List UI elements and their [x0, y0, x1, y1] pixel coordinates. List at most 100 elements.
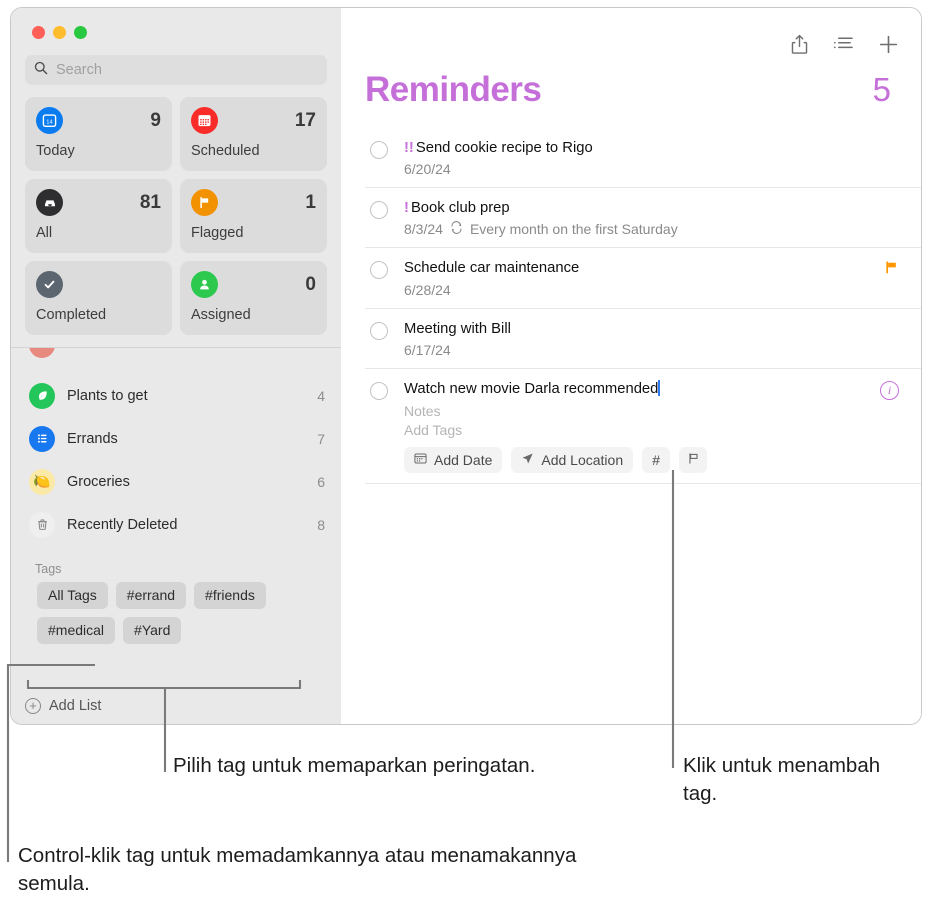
inbox-tray-icon — [36, 189, 63, 216]
location-arrow-icon — [521, 452, 534, 468]
reminder-date: 8/3/24 — [404, 221, 443, 238]
reminder-date: 6/17/24 — [404, 341, 451, 358]
repeat-rule: Every month on the first Saturday — [469, 221, 678, 238]
tag-medical[interactable]: #medical — [37, 617, 116, 644]
view-options-icon[interactable] — [833, 36, 854, 53]
smart-list-assigned[interactable]: 0 Assigned — [180, 261, 327, 335]
tags-section-header: Tags — [35, 562, 62, 576]
reminder-checkbox[interactable] — [370, 261, 388, 280]
callout-hash-text: Klik untuk menambah tag. — [683, 754, 881, 805]
reminders-list: !! Send cookie recipe to Rigo 6/20/24 ! Bo… — [341, 128, 921, 484]
reminder-row[interactable]: Schedule car maintenance 6/28/24 — [365, 248, 921, 309]
reminder-date: 6/28/24 — [404, 281, 451, 298]
info-circle-icon: i — [880, 380, 899, 400]
leaf-icon — [29, 382, 55, 409]
minimize-window-button[interactable] — [53, 26, 66, 39]
add-reminder-icon[interactable] — [878, 34, 899, 55]
calendar-today-icon: 14 — [36, 107, 63, 134]
reminder-action-chips: Add Date Add Location # — [404, 446, 901, 473]
search-field[interactable]: Search — [25, 55, 327, 85]
reminder-title: Watch new movie Darla recommended — [404, 380, 659, 397]
add-location-button[interactable]: Add Location — [511, 446, 634, 473]
calendar-scheduled-icon — [191, 107, 218, 134]
smart-list-count: 81 — [139, 192, 161, 213]
reminder-checkbox[interactable] — [370, 141, 388, 159]
tag-friends[interactable]: #friends — [194, 582, 266, 609]
list-item-errands[interactable]: Errands 7 — [11, 417, 341, 460]
list-item-count: 7 — [317, 430, 325, 447]
close-window-button[interactable] — [32, 26, 45, 39]
flag-filled-icon — [886, 261, 896, 274]
add-list-button[interactable]: + Add List — [25, 698, 101, 714]
smart-list-label: Scheduled — [191, 143, 260, 159]
page-title: Reminders — [365, 70, 542, 109]
callout-control-text: Control-klik tag untuk memadamkannya ata… — [18, 844, 577, 895]
smart-list-scheduled[interactable]: 17 Scheduled — [180, 97, 327, 171]
add-date-button[interactable]: Add Date — [404, 446, 503, 473]
reminder-subtitle: 6/20/24 — [404, 161, 901, 177]
reminder-row[interactable]: ! Book club prep 8/3/24 Every month on th… — [365, 188, 921, 249]
smart-list-label: All — [36, 225, 53, 241]
smart-list-all[interactable]: 81 All — [25, 179, 172, 253]
tag-errand[interactable]: #errand — [115, 582, 187, 609]
list-item-recently-deleted[interactable]: Recently Deleted 8 — [11, 503, 341, 546]
reminder-checkbox[interactable] — [370, 321, 388, 340]
smart-list-label: Assigned — [191, 307, 251, 323]
flag-icon — [191, 189, 218, 216]
priority-indicator: ! — [404, 200, 409, 217]
flag-outline-icon — [687, 452, 700, 468]
reminder-row[interactable]: Meeting with Bill 6/17/24 — [365, 309, 921, 369]
smart-list-flagged[interactable]: 1 Flagged — [180, 179, 327, 253]
list-item-count: 4 — [317, 387, 325, 404]
smart-list-completed[interactable]: Completed — [25, 261, 172, 335]
lemon-icon: 🍋 — [29, 468, 55, 495]
smart-list-count: 9 — [150, 110, 161, 131]
list-item-count: 6 — [317, 473, 325, 490]
svg-text:14: 14 — [46, 120, 53, 126]
reminder-row-editing[interactable]: Watch new movie Darla recommended Notes … — [365, 369, 921, 484]
sidebar: Search 14 9 Today 17 Scheduled 81 All 1 … — [11, 8, 341, 724]
reminder-title: Send cookie recipe to Rigo — [415, 140, 593, 156]
share-icon[interactable] — [790, 34, 809, 55]
reminder-checkbox[interactable] — [370, 381, 388, 400]
reminder-title: Book club prep — [410, 200, 510, 217]
list-item-groceries[interactable]: 🍋 Groceries 6 — [11, 460, 341, 503]
search-placeholder: Search — [56, 62, 102, 78]
add-tags-placeholder[interactable]: Add Tags — [404, 422, 901, 438]
add-tag-button[interactable]: # — [642, 446, 671, 473]
add-location-label: Add Location — [541, 451, 624, 468]
reminder-info-button[interactable]: i — [880, 380, 899, 400]
page-count: 5 — [872, 71, 891, 108]
lemon-glyph: 🍋 — [33, 473, 51, 489]
reminder-checkbox[interactable] — [370, 201, 388, 220]
reminder-title-input[interactable]: Watch new movie Darla recommended — [404, 378, 901, 400]
notes-placeholder[interactable]: Notes — [404, 403, 901, 419]
reminder-row[interactable]: !! Send cookie recipe to Rigo 6/20/24 — [365, 128, 921, 189]
screenshot-root: Search 14 9 Today 17 Scheduled 81 All 1 … — [0, 0, 931, 915]
reminder-date: 6/20/24 — [404, 161, 451, 178]
list-title-row: Reminders 5 — [341, 60, 921, 110]
list-item-label: Recently Deleted — [67, 516, 178, 533]
reminder-title: Schedule car maintenance — [404, 260, 580, 277]
add-list-label: Add List — [49, 698, 102, 714]
list-item-label: Errands — [67, 430, 118, 447]
hash-icon: # — [652, 451, 660, 468]
window-traffic-lights — [11, 8, 341, 39]
add-flag-button[interactable] — [679, 446, 708, 473]
maximize-window-button[interactable] — [74, 26, 87, 39]
person-icon — [191, 271, 218, 298]
tag-yard[interactable]: #Yard — [123, 617, 182, 644]
list-item-plants-to-get[interactable]: Plants to get 4 — [11, 374, 341, 417]
reminder-subtitle: 6/17/24 — [404, 342, 901, 358]
reminder-title: Meeting with Bill — [404, 320, 511, 337]
smart-list-today[interactable]: 14 9 Today — [25, 97, 172, 171]
list-item-label: Groceries — [67, 473, 130, 490]
calendar-icon — [414, 452, 427, 468]
flag-marker[interactable] — [884, 260, 899, 280]
text-cursor — [658, 379, 661, 396]
smart-list-count: 17 — [294, 110, 316, 131]
smart-list-count: 0 — [305, 274, 316, 295]
list-item-label: Plants to get — [67, 387, 148, 404]
smart-list-label: Flagged — [191, 225, 244, 241]
tag-all-tags[interactable]: All Tags — [37, 582, 108, 609]
